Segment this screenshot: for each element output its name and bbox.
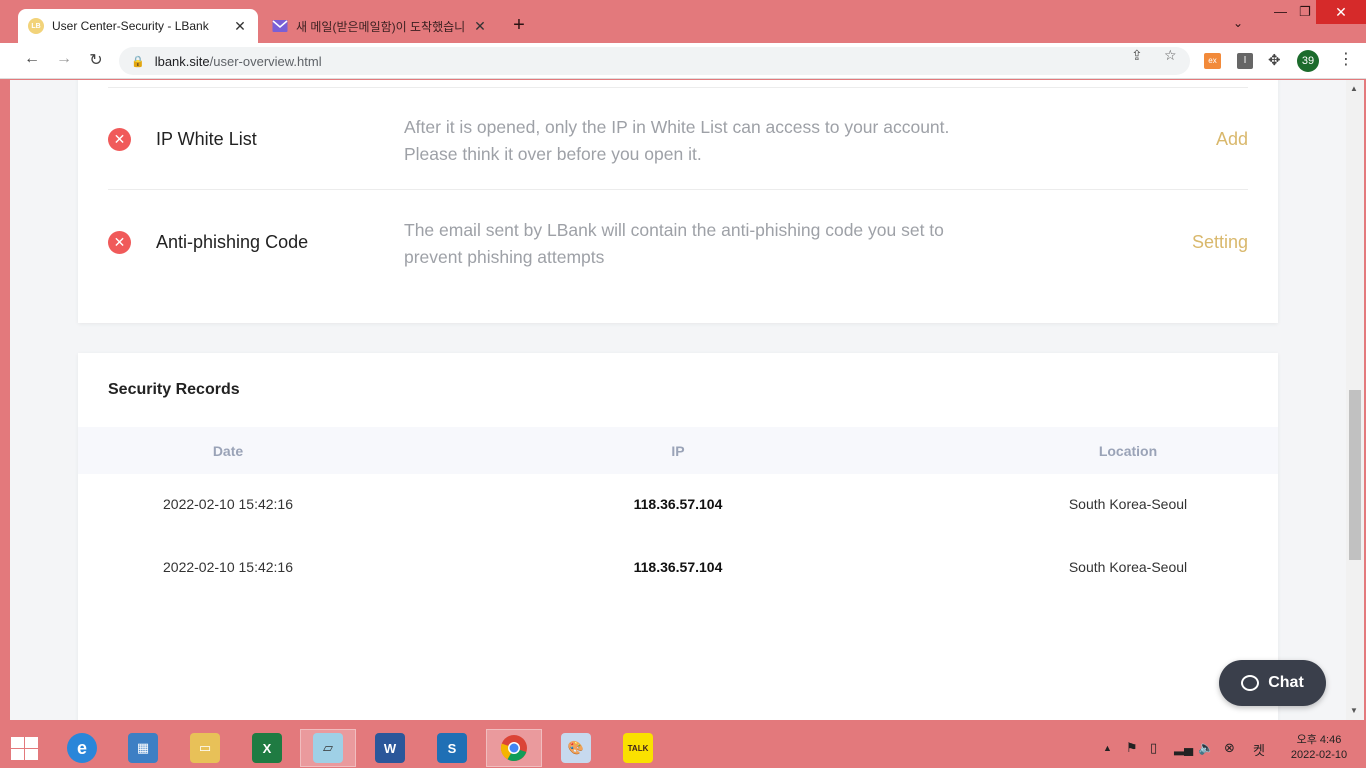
more-menu-icon[interactable]: ⋮: [1338, 49, 1354, 69]
close-icon[interactable]: ✕: [472, 18, 488, 35]
back-arrow-icon[interactable]: ←: [21, 50, 43, 68]
column-header-location: Location: [1098, 443, 1158, 459]
folder-icon: ▭: [190, 733, 220, 763]
flag-icon[interactable]: ⚑: [1126, 740, 1138, 756]
page-viewport: ✕ IP White List After it is opened, only…: [10, 80, 1356, 720]
system-clock[interactable]: 오후 4:46 2022-02-10: [1284, 733, 1354, 763]
disabled-x-icon: ✕: [108, 128, 131, 151]
maximize-button[interactable]: ❐: [1299, 4, 1311, 20]
add-ip-whitelist-button[interactable]: Add: [1216, 129, 1248, 150]
taskbar-control-panel[interactable]: ▦: [115, 729, 171, 767]
column-header-ip: IP: [671, 443, 685, 459]
control-panel-icon: ▦: [128, 733, 158, 763]
browser-toolbar: ← → ↻ 🔒 lbank.site/user-overview.html ⇪ …: [0, 43, 1366, 79]
chevron-down-icon[interactable]: ⌄: [1233, 16, 1243, 30]
security-item-description: The email sent by LBank will contain the…: [404, 220, 944, 267]
windows-start-button[interactable]: [8, 736, 38, 760]
close-circle-icon[interactable]: ⊗: [1224, 740, 1235, 756]
battery-icon[interactable]: ▯: [1150, 740, 1157, 756]
tab-title: User Center-Security - LBank: [52, 19, 209, 33]
table-header: Date IP Location: [78, 427, 1278, 474]
tab-lbank[interactable]: LB User Center-Security - LBank ✕: [18, 9, 258, 43]
taskbar-chrome[interactable]: [486, 729, 542, 767]
share-icon[interactable]: ⇪: [1131, 47, 1143, 64]
record-date: 2022-02-10 15:42:16: [163, 559, 293, 575]
word-icon: W: [375, 733, 405, 763]
scrollbar-thumb[interactable]: [1349, 390, 1361, 560]
lbank-logo-icon: LB: [28, 18, 44, 34]
taskbar-file-explorer[interactable]: ▭: [177, 729, 233, 767]
paint-palette-icon: 🎨: [561, 733, 591, 763]
security-item-name: Anti-phishing Code: [156, 232, 309, 252]
record-location: South Korea-Seoul: [1068, 559, 1188, 575]
url-host: lbank.site: [154, 53, 210, 69]
scroll-up-arrow-icon[interactable]: ▲: [1350, 84, 1358, 93]
extension-icon[interactable]: I: [1237, 53, 1253, 69]
record-ip: 118.36.57.104: [633, 496, 723, 512]
security-records-card: Security Records Date IP Location 2022-0…: [78, 353, 1278, 720]
anti-phishing-setting-button[interactable]: Setting: [1192, 232, 1248, 253]
bookmark-star-icon[interactable]: ☆: [1164, 47, 1177, 64]
record-ip: 118.36.57.104: [633, 559, 723, 575]
chat-bubble-icon: [1241, 675, 1260, 691]
close-window-button[interactable]: ✕: [1316, 0, 1366, 24]
security-settings-card: ✕ IP White List After it is opened, only…: [78, 80, 1278, 323]
close-icon[interactable]: ✕: [232, 18, 248, 35]
table-row: 2022-02-10 15:42:16 118.36.57.104 South …: [78, 537, 1278, 600]
security-item-name: IP White List: [156, 129, 257, 149]
column-header-date: Date: [212, 443, 244, 459]
clock-time: 오후 4:46: [1296, 734, 1342, 746]
chat-label: Chat: [1268, 674, 1304, 691]
security-item-anti-phishing: ✕ Anti-phishing Code The email sent by L…: [108, 191, 1248, 293]
mail-icon: [272, 18, 288, 34]
security-item-description: After it is opened, only the IP in White…: [404, 117, 950, 164]
extension-icon[interactable]: ex: [1204, 53, 1221, 69]
browser-tabstrip: LB User Center-Security - LBank ✕ 새 메일(받…: [0, 0, 1366, 43]
taskbar-kakaotalk[interactable]: TALK: [610, 729, 666, 767]
security-records-title: Security Records: [108, 381, 240, 398]
clock-date: 2022-02-10: [1290, 749, 1348, 761]
record-date: 2022-02-10 15:42:16: [163, 496, 293, 512]
page-scrollbar[interactable]: ▲ ▼: [1346, 80, 1364, 720]
tab-mail[interactable]: 새 메일(받은메일함)이 도착했습니 ✕: [262, 9, 498, 43]
url-path: /user-overview.html: [209, 53, 322, 69]
reload-icon[interactable]: ↻: [85, 50, 107, 70]
lock-icon: 🔒: [131, 55, 145, 68]
app-s-icon: S: [437, 733, 467, 763]
notepad-icon: ▱: [313, 733, 343, 763]
tab-title: 새 메일(받은메일함)이 도착했습니: [296, 19, 466, 34]
windows-taskbar: e ▦ ▭ X ▱ W S 🎨 TALK ▲ ⚑ ▯ ▂▄ 🔈 ⊗ 켓 오후 4…: [0, 728, 1366, 768]
profile-avatar[interactable]: 39: [1297, 50, 1319, 72]
excel-icon: X: [252, 733, 282, 763]
taskbar-excel[interactable]: X: [239, 729, 295, 767]
address-bar[interactable]: 🔒 lbank.site/user-overview.html: [119, 47, 1190, 75]
taskbar-word[interactable]: W: [362, 729, 418, 767]
network-signal-icon[interactable]: ▂▄: [1174, 740, 1193, 756]
taskbar-paint[interactable]: 🎨: [548, 729, 604, 767]
puzzle-icon[interactable]: ✥: [1268, 51, 1281, 69]
forward-arrow-icon[interactable]: →: [53, 50, 75, 68]
chat-button[interactable]: Chat: [1219, 660, 1326, 706]
ime-indicator[interactable]: 켓: [1253, 740, 1265, 759]
internet-explorer-icon: e: [67, 733, 97, 763]
minimize-button[interactable]: —: [1274, 4, 1287, 19]
scroll-down-arrow-icon[interactable]: ▼: [1350, 706, 1358, 715]
record-location: South Korea-Seoul: [1068, 496, 1188, 512]
chrome-icon: [499, 733, 529, 763]
taskbar-app-s[interactable]: S: [424, 729, 480, 767]
security-item-ip-whitelist: ✕ IP White List After it is opened, only…: [108, 88, 1248, 190]
table-row: 2022-02-10 15:42:16 118.36.57.104 South …: [78, 474, 1278, 537]
kakaotalk-icon: TALK: [623, 733, 653, 763]
tray-chevron-up-icon[interactable]: ▲: [1103, 743, 1112, 753]
new-tab-button[interactable]: +: [508, 14, 530, 37]
taskbar-notepad[interactable]: ▱: [300, 729, 356, 767]
volume-icon[interactable]: 🔈: [1198, 740, 1214, 756]
disabled-x-icon: ✕: [108, 231, 131, 254]
taskbar-internet-explorer[interactable]: e: [54, 729, 110, 767]
